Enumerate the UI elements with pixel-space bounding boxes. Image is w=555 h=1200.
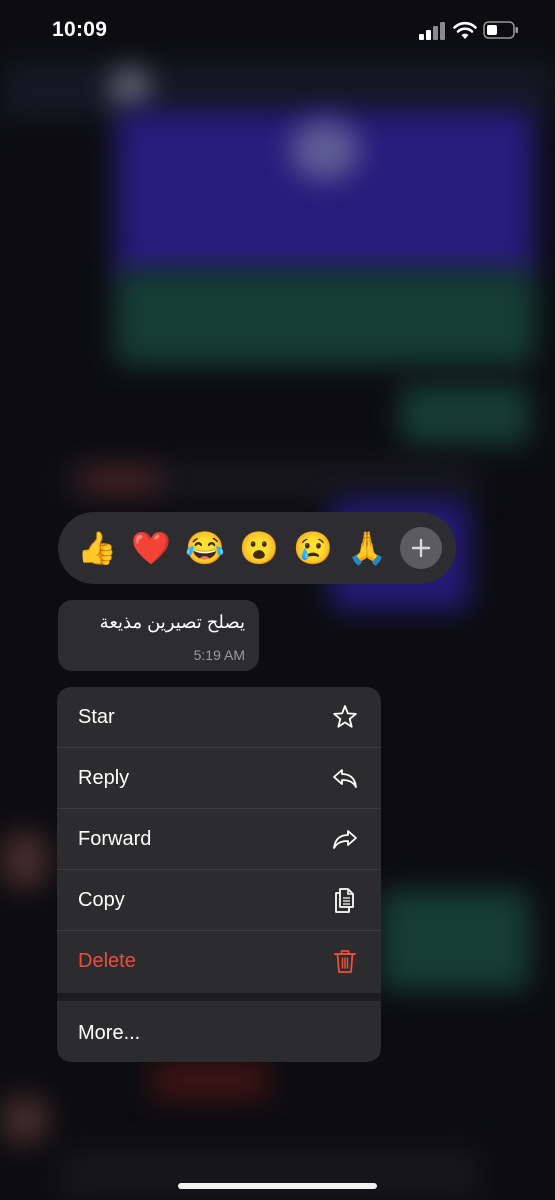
wifi-icon: [453, 21, 477, 39]
star-icon: [333, 705, 357, 728]
reply-arrow-icon: [333, 769, 357, 788]
add-reaction-button[interactable]: [400, 527, 442, 569]
menu-group-separator: [57, 993, 381, 1001]
menu-item-label: More...: [78, 1022, 141, 1044]
battery-icon: [483, 21, 518, 39]
status-bar: 10:09: [0, 0, 555, 64]
surprised-reaction[interactable]: 😮: [232, 521, 286, 575]
menu-item-delete[interactable]: Delete: [57, 931, 381, 992]
menu-item-more[interactable]: More...: [57, 1001, 381, 1062]
reaction-bar: 👍 ❤️ 😂 😮 😢 🙏: [58, 512, 456, 584]
praying-hands-reaction[interactable]: 🙏: [340, 521, 394, 575]
thumbs-up-reaction[interactable]: 👍: [70, 521, 124, 575]
message-timestamp: 5:19 AM: [193, 647, 245, 663]
menu-item-copy[interactable]: Copy: [57, 870, 381, 931]
menu-item-forward[interactable]: Forward: [57, 809, 381, 870]
menu-item-label: Star: [78, 706, 115, 728]
menu-item-label: Copy: [78, 889, 125, 911]
cellular-signal-icon: [419, 22, 445, 40]
home-indicator[interactable]: [178, 1183, 377, 1189]
laughing-reaction[interactable]: 😂: [178, 521, 232, 575]
message-context-menu: Star Reply Forward Copy Delete More...: [57, 687, 381, 1062]
menu-item-label: Delete: [78, 950, 136, 972]
message-bubble: يصلح تصيرين مذيعة 5:19 AM: [58, 600, 259, 671]
message-text: يصلح تصيرين مذيعة: [99, 612, 245, 632]
copy-icon: [335, 888, 354, 913]
plus-icon: [411, 538, 431, 558]
menu-item-star[interactable]: Star: [57, 687, 381, 748]
crying-reaction[interactable]: 😢: [286, 521, 340, 575]
trash-icon: [334, 950, 356, 973]
menu-item-reply[interactable]: Reply: [57, 748, 381, 809]
heart-reaction[interactable]: ❤️: [124, 521, 178, 575]
status-time: 10:09: [52, 18, 108, 41]
menu-item-label: Reply: [78, 767, 130, 789]
menu-item-label: Forward: [78, 828, 152, 850]
forward-arrow-icon: [333, 830, 357, 849]
